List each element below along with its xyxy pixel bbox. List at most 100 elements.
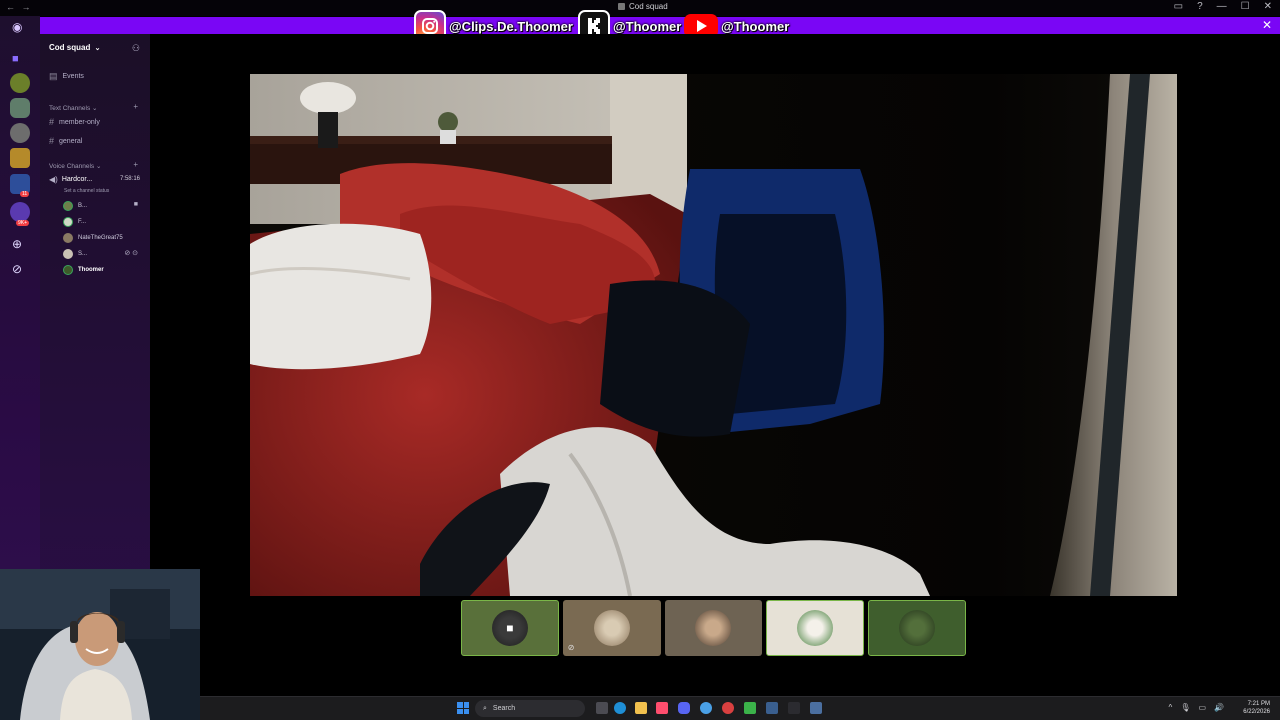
- minimize-button[interactable]: —: [1217, 1, 1227, 12]
- search-icon: ⌕: [483, 704, 487, 712]
- discord-taskbar-icon[interactable]: [678, 702, 690, 714]
- channel-label: member-only: [59, 118, 100, 126]
- avatar: [63, 233, 73, 243]
- webcam-image: [0, 569, 200, 720]
- server-icon-gear[interactable]: [10, 123, 30, 143]
- close-window-button[interactable]: ✕: [1264, 1, 1272, 12]
- events-label: Events: [62, 73, 84, 80]
- server-icon-cod-squad[interactable]: [10, 98, 30, 118]
- streamer-webcam: [0, 569, 200, 720]
- window-controls: ▭ ? — ☐ ✕: [1174, 1, 1272, 12]
- channel-item-general[interactable]: # general: [49, 136, 82, 146]
- add-person-icon[interactable]: ⚇: [132, 43, 140, 54]
- microphone-icon[interactable]: 🎙: [1180, 703, 1190, 712]
- text-channels-category[interactable]: Text Channels ⌄: [49, 104, 97, 112]
- voice-member[interactable]: B...: [63, 201, 87, 211]
- windows-taskbar: ⌕ Search ^ 🎙 ▭ 🔊 7:21 PM 6/22/2026: [200, 696, 1280, 720]
- member-name: Thoomer: [78, 267, 104, 273]
- participant-tile[interactable]: ■: [461, 600, 559, 656]
- chevron-down-icon: ⌄: [94, 45, 101, 52]
- add-text-channel-icon[interactable]: +: [133, 102, 138, 111]
- maximize-button[interactable]: ☐: [1241, 1, 1250, 12]
- file-explorer-icon[interactable]: [635, 702, 647, 714]
- task-view-icon[interactable]: [596, 702, 608, 714]
- search-label: Search: [492, 705, 516, 712]
- notification-badge: 11: [20, 191, 30, 197]
- notification-badge-large: 9K+: [16, 220, 30, 226]
- channel-status-hint[interactable]: Set a channel status: [64, 188, 109, 194]
- voice-timer: 7:58:16: [119, 176, 140, 182]
- steam-icon[interactable]: [766, 702, 778, 714]
- video-frame-image: [250, 74, 1177, 596]
- avatar: [63, 265, 73, 275]
- taskbar-clock[interactable]: 7:21 PM 6/22/2026: [1243, 700, 1270, 716]
- voice-channels-category[interactable]: Voice Channels ⌄: [49, 162, 101, 170]
- video-camera-icon: ■: [506, 621, 514, 635]
- app-icon[interactable]: [722, 702, 734, 714]
- edge-icon[interactable]: [614, 702, 626, 714]
- events-item[interactable]: ▤ Events: [49, 71, 84, 82]
- banner-close-button[interactable]: ✕: [1262, 18, 1272, 32]
- server-name-header[interactable]: Cod squad ⌄: [49, 43, 100, 52]
- windows-start-icon[interactable]: [457, 702, 469, 714]
- epic-games-icon[interactable]: [788, 702, 800, 714]
- participant-tile[interactable]: [664, 600, 763, 656]
- hash-icon: #: [49, 117, 55, 127]
- server-icon-purple[interactable]: [10, 202, 30, 222]
- volume-icon[interactable]: 🔊: [1214, 703, 1224, 712]
- video-camera-icon: ■: [133, 201, 138, 208]
- channel-item-member-only[interactable]: # member-only: [49, 117, 100, 127]
- avatar: [63, 249, 73, 259]
- participant-tile[interactable]: [868, 600, 966, 656]
- server-icon-shrek[interactable]: [10, 73, 30, 93]
- server-name-text: Cod squad: [49, 43, 91, 52]
- network-icon[interactable]: ▭: [1198, 703, 1206, 712]
- music-app-icon[interactable]: [656, 702, 668, 714]
- text-category-label: Text Channels: [49, 105, 91, 112]
- taskbar-search[interactable]: ⌕ Search: [475, 700, 585, 717]
- instagram-handle: @Clips.De.Thoomer: [449, 18, 573, 34]
- discord-window: ← → Cod squad ▭ ? — ☐ ✕ ✕ @Clips.De.Thoo…: [0, 0, 1280, 720]
- direct-messages-icon[interactable]: ■: [12, 53, 19, 65]
- tray-expand-icon[interactable]: ^: [1169, 703, 1173, 712]
- avatar: [593, 610, 630, 646]
- app-icon[interactable]: [810, 702, 822, 714]
- avatar: [695, 610, 732, 646]
- clock-date: 6/22/2026: [1243, 709, 1270, 715]
- voice-member-self[interactable]: Thoomer: [63, 265, 104, 275]
- speaker-icon: ◀): [49, 175, 58, 184]
- add-voice-channel-icon[interactable]: +: [133, 160, 138, 169]
- muted-icon: ⊘: [567, 643, 575, 652]
- avatar: [797, 610, 834, 646]
- discover-icon[interactable]: ⊘: [12, 262, 22, 276]
- participant-tile[interactable]: [766, 600, 865, 656]
- muted-deafened-icon: ⊘ ⊙: [124, 250, 138, 257]
- avatar: [899, 610, 936, 646]
- participant-strip: ■ ⊘: [461, 600, 966, 656]
- help-icon[interactable]: ?: [1197, 1, 1203, 12]
- voice-member[interactable]: S...: [63, 249, 87, 259]
- voice-category-label: Voice Channels: [49, 163, 95, 170]
- member-name: F...: [78, 219, 87, 225]
- chrome-icon[interactable]: [700, 702, 712, 714]
- participant-tile[interactable]: ⊘: [562, 600, 661, 656]
- system-tray: ^ 🎙 ▭ 🔊: [1169, 703, 1224, 712]
- voice-channel-hardcore[interactable]: ◀) Hardcor...: [49, 175, 92, 184]
- main-video-feed[interactable]: [250, 74, 1177, 596]
- avatar: [63, 217, 73, 227]
- kick-handle: @Thoomer: [613, 18, 682, 34]
- calendar-icon: ▤: [49, 71, 58, 81]
- voice-member[interactable]: F...: [63, 217, 86, 227]
- member-name: B...: [78, 203, 88, 209]
- voice-member[interactable]: NateTheGreat75: [63, 233, 123, 243]
- nav-arrows[interactable]: ← →: [6, 2, 33, 12]
- member-name: S...: [78, 251, 88, 257]
- member-name: NateTheGreat75: [78, 235, 123, 241]
- xbox-icon[interactable]: [744, 702, 756, 714]
- inbox-icon[interactable]: ▭: [1174, 1, 1183, 12]
- discord-home-icon[interactable]: ◉: [12, 20, 22, 34]
- avatar: [63, 201, 73, 211]
- add-server-icon[interactable]: ⊕: [12, 237, 22, 251]
- channel-label: general: [59, 137, 83, 145]
- server-icon-folder[interactable]: [10, 148, 30, 168]
